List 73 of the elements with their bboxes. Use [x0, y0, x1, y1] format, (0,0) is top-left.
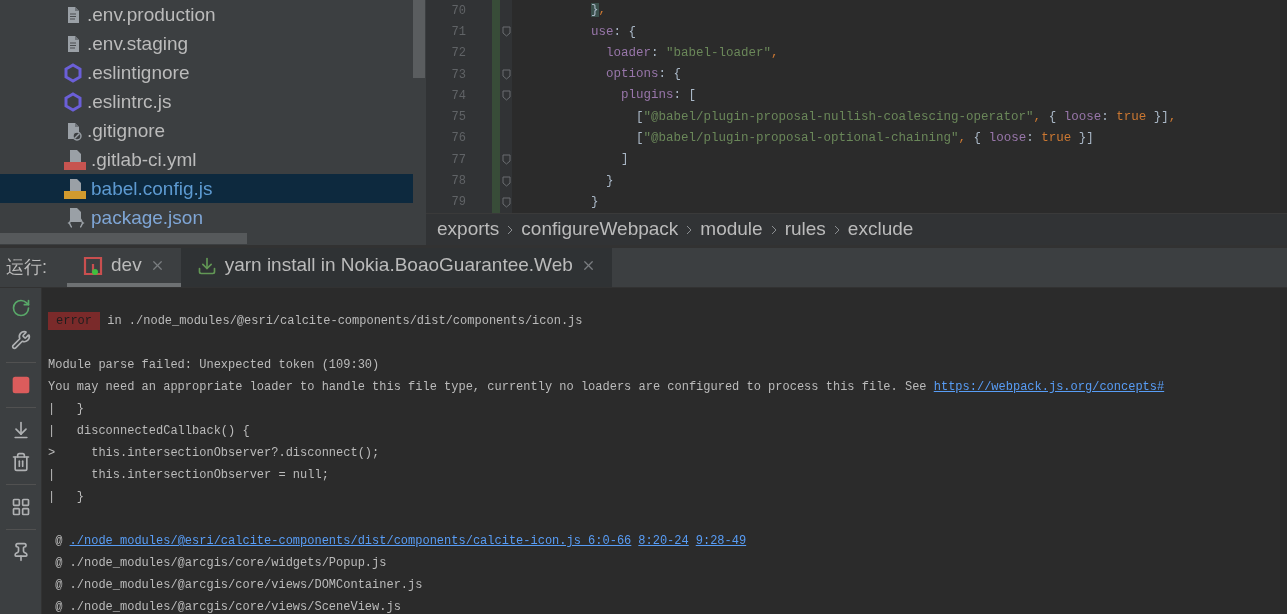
run-tab[interactable]: yarn install in Nokia.BoaoGuarantee.Web [180, 248, 612, 287]
console-line: @ ./node_modules/@arcgis/core/views/SceneView.js [54, 599, 402, 614]
code-line: }, [590, 2, 607, 20]
run-panel-label: 运行: [5, 256, 48, 279]
file-name: .env.staging [87, 34, 189, 53]
hexagon-icon [63, 91, 83, 112]
file-tree-item[interactable]: .env.staging [0, 29, 413, 58]
link[interactable]: 9:28-49 [695, 532, 747, 550]
file-tree-item[interactable]: babel.config.js [0, 174, 413, 203]
chevron-icon [507, 224, 514, 235]
console-text: @ [54, 533, 64, 550]
breadcrumb-item[interactable]: configureWebpack [521, 215, 679, 244]
file-name: .eslintignore [87, 63, 190, 82]
file-tree-item[interactable]: .env.production [0, 0, 413, 29]
file-name: .env.production [87, 5, 216, 24]
code-line: options: { [605, 66, 682, 84]
breadcrumb-item[interactable]: exports [437, 215, 500, 244]
fold-marker-icon[interactable] [501, 175, 511, 187]
console-line: You may need an appropriate loader to handle this file type, currently no loaders are configured to process this file. See https://webpack.js.org/concepts# [48, 377, 1166, 398]
breadcrumb-item[interactable]: exclude [847, 215, 914, 244]
trash-icon[interactable] [10, 452, 31, 472]
link[interactable]: 8:20-24 [638, 532, 689, 550]
code-line: ] [620, 151, 629, 169]
file-name: .gitignore [87, 121, 166, 140]
console-line: | } [48, 489, 85, 506]
console-line: Module parse failed: Unexpected token (109:30) [48, 357, 381, 374]
code-line: use: { [590, 23, 637, 41]
link[interactable]: ./node_modules/@esri/calcite-components/dist/components/calcite-icon.js 6:0-66 [69, 532, 632, 550]
file-name: .eslintrc.js [87, 92, 172, 111]
code-line: ["@babel/plugin-proposal-optional-chaining", { loose: true }] [635, 130, 1094, 148]
npm-run-icon [83, 255, 103, 276]
file-name: package.json [91, 208, 203, 227]
console-line: | this.intersectionObserver = null; [48, 467, 330, 484]
rerun-icon[interactable] [10, 298, 31, 318]
console-line: | } [48, 401, 85, 418]
console-line: | disconnectedCallback() { [48, 423, 251, 440]
scrollbar-thumb[interactable] [0, 233, 247, 244]
file-tree-item[interactable]: .eslintrc.js [0, 87, 413, 116]
fold-marker-icon[interactable] [501, 154, 511, 166]
layout-icon[interactable] [10, 497, 31, 517]
badged-file-icon [63, 177, 87, 200]
download-icon [196, 255, 217, 276]
file-tree-item[interactable]: .gitignore [0, 116, 413, 145]
hexagon-icon [63, 62, 83, 83]
file-tree-item[interactable]: .eslintignore [0, 58, 413, 87]
console-line: > this.intersectionObserver?.disconnect(); [48, 445, 381, 462]
chevron-icon [770, 224, 777, 235]
file-name: babel.config.js [91, 179, 213, 198]
fold-marker-icon[interactable] [501, 90, 511, 102]
code-line: plugins: [ [620, 87, 697, 105]
stop-icon[interactable] [10, 375, 31, 395]
code-line: } [605, 172, 614, 190]
fold-marker-icon[interactable] [501, 69, 511, 81]
chevron-icon [686, 224, 693, 235]
code-line: ["@babel/plugin-proposal-nullish-coalescing-operator", { loose: true }], [635, 108, 1177, 126]
breadcrumb-item[interactable]: rules [784, 215, 826, 244]
file-tree-item[interactable]: .gitlab-ci.yml [0, 145, 413, 174]
console-line: @ ./node_modules/@arcgis/core/views/DOMContainer.js [54, 577, 424, 594]
breadcrumb-item[interactable]: module [700, 215, 763, 244]
code-line: loader: "babel-loader", [605, 44, 779, 62]
code-line: } [590, 193, 599, 211]
fold-marker-icon[interactable] [501, 196, 511, 208]
wrench-icon[interactable] [10, 330, 31, 350]
badged-file-icon [63, 148, 87, 171]
console-line: @ ./node_modules/@arcgis/core/widgets/Popup.js [54, 555, 388, 572]
console-line: in ./node_modules/@esri/calcite-components/dist/components/icon.js [106, 313, 583, 330]
link[interactable]: https://webpack.js.org/concepts# [933, 378, 1165, 396]
file-name: .gitlab-ci.yml [91, 150, 197, 169]
file-tree-item[interactable]: package.json [0, 203, 413, 232]
error-badge: error [48, 312, 100, 330]
fold-marker-icon[interactable] [501, 26, 511, 38]
chevron-icon [833, 224, 840, 235]
scrollbar-thumb[interactable] [413, 0, 425, 78]
